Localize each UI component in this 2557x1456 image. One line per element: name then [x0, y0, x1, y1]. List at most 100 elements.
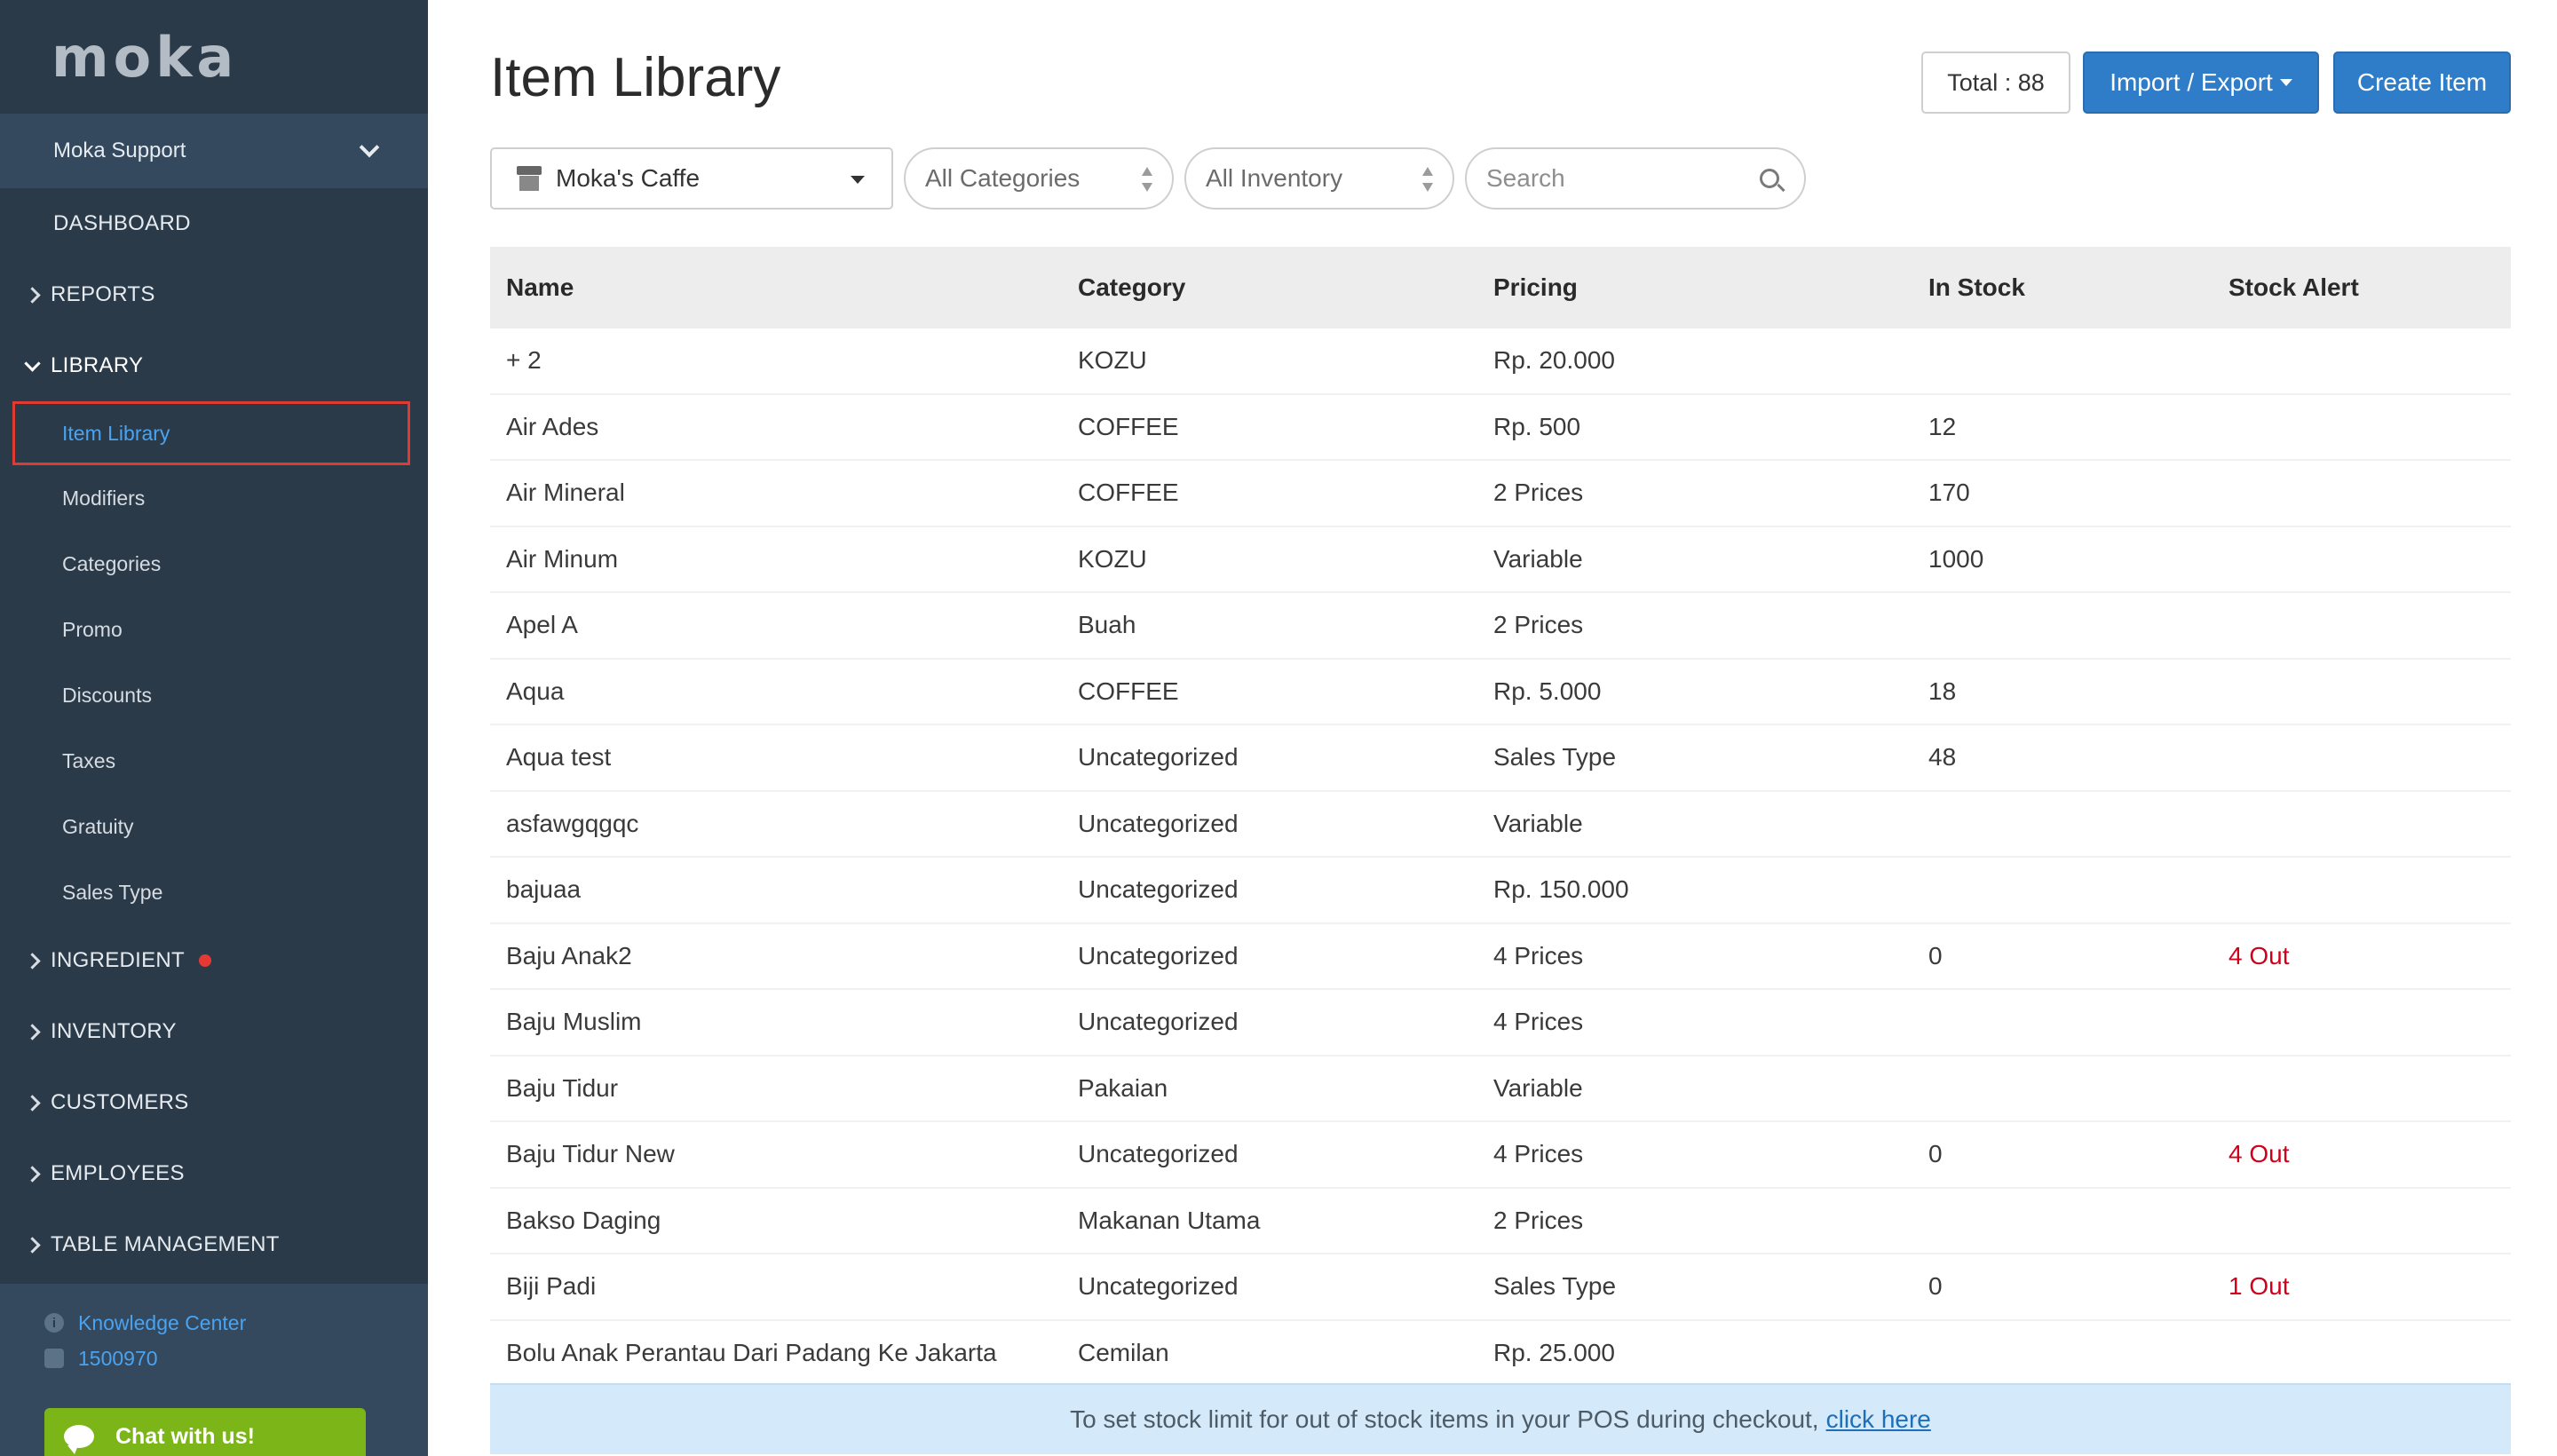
cell-in-stock: 0 [1928, 1140, 1943, 1168]
notification-dot [199, 954, 212, 967]
table-row[interactable]: Baju Anak2 Uncategorized 4 Prices 0 4 Out [490, 924, 2511, 990]
table-row[interactable]: Biji Padi Uncategorized Sales Type 0 1 Out [490, 1254, 2511, 1321]
table-row[interactable]: Aqua test Uncategorized Sales Type 48 [490, 725, 2511, 792]
cell-name: Air Minum [506, 544, 619, 573]
cell-pricing: 2 Prices [1493, 479, 1584, 507]
chevron-right-icon [24, 1094, 41, 1112]
category-select[interactable]: All Categories [904, 147, 1174, 210]
nav-reports-label: REPORTS [51, 282, 155, 306]
nav-inventory-label: INVENTORY [51, 1019, 177, 1043]
cell-name: Bolu Anak Perantau Dari Padang Ke Jakart… [506, 1338, 997, 1366]
caret-down-icon [851, 176, 865, 184]
click-here-link[interactable]: click here [1826, 1405, 1931, 1434]
phone-link[interactable]: 1500970 [44, 1341, 428, 1376]
sidebar-item-item-library[interactable]: Item Library [12, 401, 410, 465]
table-row[interactable]: Apel A Buah 2 Prices [490, 593, 2511, 660]
stock-limit-notice: To set stock limit for out of stock item… [490, 1383, 2511, 1454]
column-header-category[interactable]: Category [1078, 273, 1493, 302]
sort-updown-icon [1142, 167, 1152, 192]
table-row[interactable]: Bakso Daging Makanan Utama 2 Prices [490, 1189, 2511, 1254]
table-row[interactable]: Air Minum KOZU Variable 1000 [490, 527, 2511, 593]
info-icon: i [44, 1313, 64, 1333]
sidebar-item-discounts[interactable]: Discounts [0, 662, 428, 728]
cell-category: Uncategorized [1078, 809, 1239, 837]
column-header-pricing[interactable]: Pricing [1493, 273, 1928, 302]
search-box [1465, 147, 1806, 210]
table-row[interactable]: Baju Tidur Pakaian Variable [490, 1056, 2511, 1122]
sidebar: moka Moka Support DASHBOARD REPORTS LIBR… [0, 0, 428, 1456]
cell-category: Buah [1078, 611, 1136, 639]
cell-pricing: 2 Prices [1493, 1206, 1584, 1234]
cell-category: COFFEE [1078, 412, 1179, 440]
chat-button[interactable]: Chat with us! [44, 1408, 366, 1456]
search-input[interactable] [1486, 164, 1753, 193]
cell-stock-alert: 1 Out [2228, 1272, 2290, 1301]
nav-customers-label: CUSTOMERS [51, 1090, 189, 1114]
import-export-button[interactable]: Import / Export [2083, 51, 2319, 114]
nav-table-management[interactable]: TABLE MANAGEMENT [0, 1209, 428, 1280]
nav-table-management-label: TABLE MANAGEMENT [51, 1232, 280, 1256]
cell-category: COFFEE [1078, 479, 1179, 507]
table-row[interactable]: Air Mineral COFFEE 2 Prices 170 [490, 461, 2511, 527]
sidebar-item-categories[interactable]: Categories [0, 531, 428, 597]
cell-in-stock: 1000 [1928, 544, 1984, 573]
chevron-right-icon [24, 1236, 41, 1254]
outlet-select[interactable]: Moka's Caffe [490, 147, 893, 210]
column-header-name[interactable]: Name [490, 273, 1078, 302]
cell-in-stock: 18 [1928, 677, 1957, 705]
sidebar-item-modifiers[interactable]: Modifiers [0, 465, 428, 531]
cell-name: + 2 [506, 346, 542, 375]
cell-category: Uncategorized [1078, 743, 1239, 772]
category-value: All Categories [925, 164, 1081, 192]
cell-pricing: 4 Prices [1493, 1140, 1584, 1168]
sidebar-item-taxes[interactable]: Taxes [0, 728, 428, 794]
table-row[interactable]: asfawgqgqc Uncategorized Variable [490, 792, 2511, 858]
phone-number: 1500970 [78, 1346, 158, 1370]
cell-pricing: Rp. 5.000 [1493, 677, 1602, 705]
table-row[interactable]: Baju Tidur New Uncategorized 4 Prices 0 4 Ou… [490, 1122, 2511, 1189]
search-icon[interactable] [1760, 169, 1779, 188]
nav-inventory[interactable]: INVENTORY [0, 996, 428, 1067]
nav-reports[interactable]: REPORTS [0, 259, 428, 330]
table-row[interactable]: Air Ades COFFEE Rp. 500 12 [490, 395, 2511, 461]
cell-pricing: Sales Type [1493, 1272, 1617, 1301]
table-row[interactable]: Aqua COFFEE Rp. 5.000 18 [490, 660, 2511, 725]
user-menu[interactable]: Moka Support [0, 114, 428, 188]
table-row[interactable]: bajuaa Uncategorized Rp. 150.000 [490, 858, 2511, 924]
logo[interactable]: moka [0, 0, 428, 114]
column-header-stock-alert[interactable]: Stock Alert [2228, 273, 2511, 302]
cell-category: Uncategorized [1078, 941, 1239, 969]
cell-pricing: Variable [1493, 809, 1583, 837]
table-row[interactable]: Baju Muslim Uncategorized 4 Prices [490, 990, 2511, 1056]
sidebar-item-promo[interactable]: Promo [0, 597, 428, 662]
table-row[interactable]: Bolu Anak Perantau Dari Padang Ke Jakart… [490, 1321, 2511, 1387]
nav-dashboard-label: DASHBOARD [53, 211, 191, 235]
create-item-button[interactable]: Create Item [2333, 51, 2511, 114]
sidebar-item-sales-type[interactable]: Sales Type [0, 859, 428, 925]
cell-pricing: Sales Type [1493, 743, 1617, 772]
cell-category: Cemilan [1078, 1338, 1169, 1366]
cell-pricing: 4 Prices [1493, 941, 1584, 969]
chevron-down-icon [359, 137, 380, 158]
cell-name: Aqua [506, 677, 565, 705]
import-export-label: Import / Export [2110, 68, 2273, 96]
nav-ingredient-label: INGREDIENT [51, 948, 186, 972]
inventory-select[interactable]: All Inventory [1184, 147, 1454, 210]
nav-library[interactable]: LIBRARY [0, 330, 428, 401]
sidebar-item-gratuity[interactable]: Gratuity [0, 794, 428, 859]
notice-text: To set stock limit for out of stock item… [1070, 1405, 1819, 1433]
nav-employees[interactable]: EMPLOYEES [0, 1138, 428, 1209]
nav-customers[interactable]: CUSTOMERS [0, 1067, 428, 1138]
inventory-value: All Inventory [1206, 164, 1343, 192]
nav-dashboard[interactable]: DASHBOARD [0, 188, 428, 259]
nav-ingredient[interactable]: INGREDIENT [0, 925, 428, 996]
cell-pricing: Rp. 150.000 [1493, 875, 1629, 904]
knowledge-center-link[interactable]: i Knowledge Center [44, 1305, 428, 1341]
nav-library-label: LIBRARY [51, 353, 144, 377]
column-header-in-stock[interactable]: In Stock [1928, 273, 2228, 302]
cell-in-stock: 12 [1928, 412, 1957, 440]
cell-pricing: 4 Prices [1493, 1008, 1584, 1036]
table-row[interactable]: + 2 KOZU Rp. 20.000 [490, 328, 2511, 395]
outlet-value: Moka's Caffe [556, 164, 701, 192]
cell-name: bajuaa [506, 875, 582, 904]
